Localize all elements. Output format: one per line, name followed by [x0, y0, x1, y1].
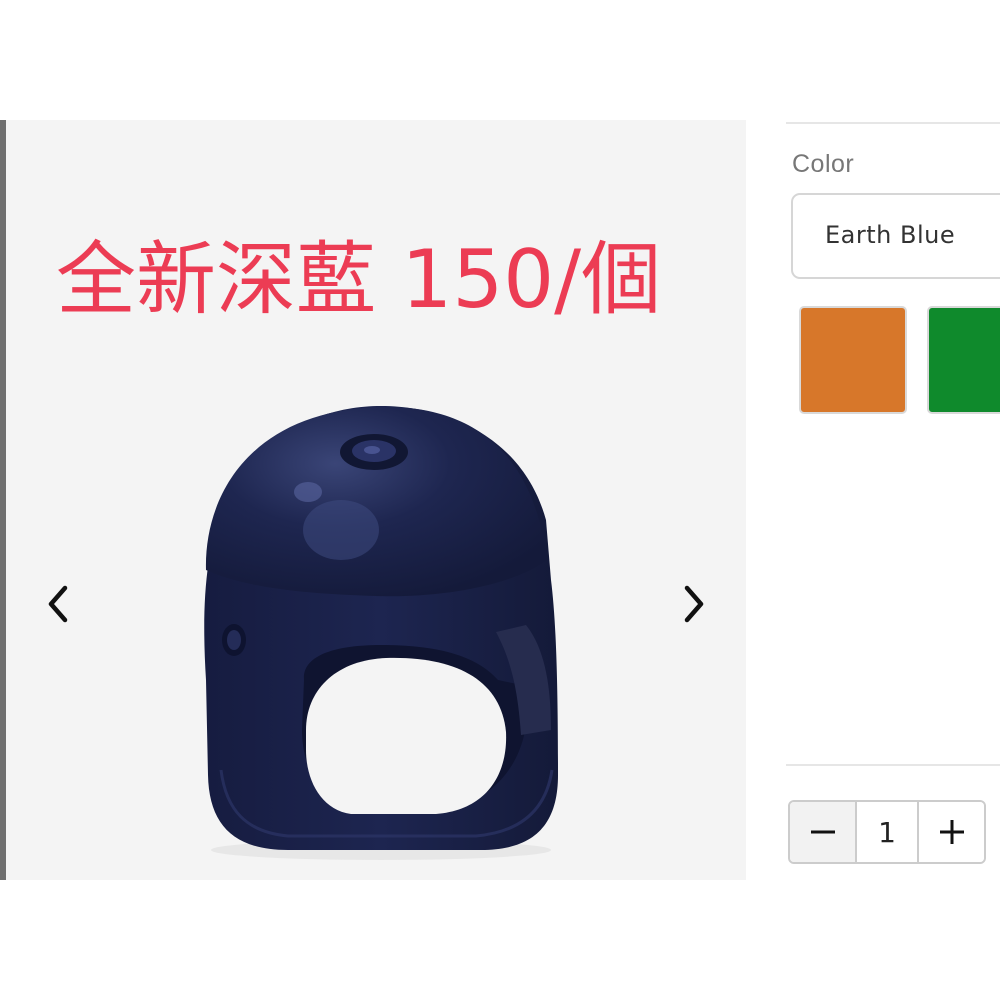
decrease-quantity-button[interactable]	[790, 802, 855, 862]
minus-icon	[810, 830, 835, 834]
increase-quantity-button[interactable]	[919, 802, 984, 862]
price-overlay-text: 全新深藍 150/個	[56, 233, 662, 326]
product-gallery: 全新深藍 150/個	[6, 120, 746, 880]
quantity-value[interactable]: 1	[855, 802, 919, 862]
quantity-stepper: 1	[788, 800, 986, 864]
previous-image-button[interactable]	[34, 580, 82, 628]
color-swatch-orange[interactable]	[799, 306, 907, 414]
color-select-dropdown[interactable]: Earth Blue	[791, 193, 1000, 279]
plus-icon	[939, 820, 964, 844]
selected-color-value: Earth Blue	[825, 221, 956, 249]
color-option-label: Color	[792, 150, 855, 178]
chevron-left-icon	[48, 585, 68, 623]
next-image-button[interactable]	[670, 580, 718, 628]
chevron-right-icon	[684, 585, 704, 623]
color-swatch-green[interactable]	[927, 306, 1000, 414]
section-divider-top	[786, 122, 1000, 124]
section-divider-bottom	[786, 764, 1000, 766]
